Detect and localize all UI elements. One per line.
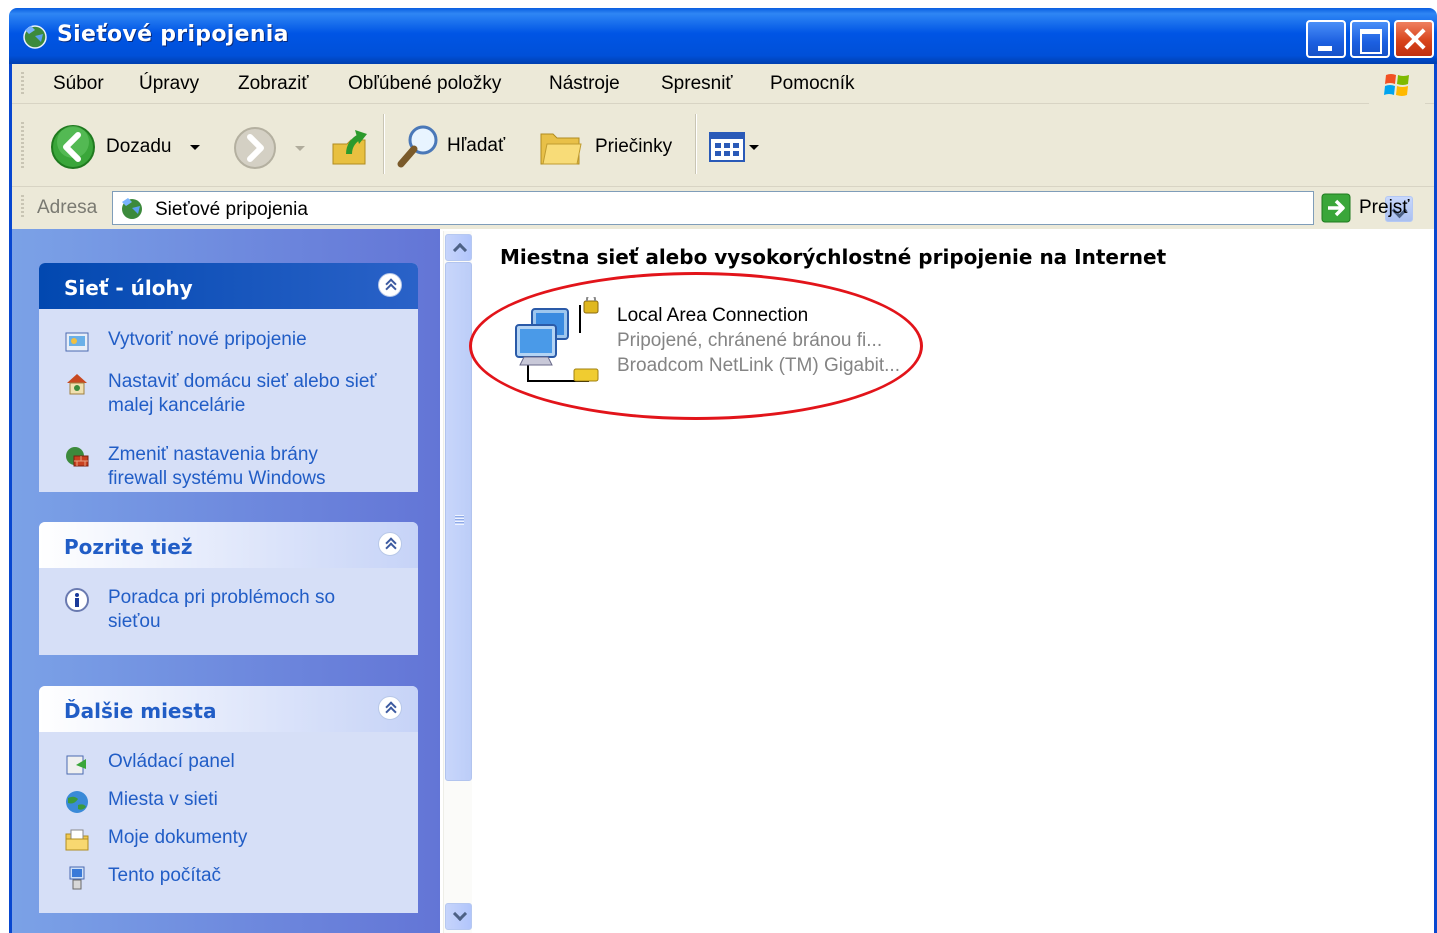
close-button[interactable]	[1394, 20, 1434, 58]
place-link-label: Miesta v sieti	[108, 789, 218, 810]
info-icon	[65, 588, 89, 612]
connection-item[interactable]: Local Area Connection Pripojené, chránen…	[508, 293, 928, 393]
views-button[interactable]	[709, 132, 759, 162]
connection-name: Local Area Connection	[617, 305, 809, 326]
place-link-network-places[interactable]: Miesta v sieti	[64, 788, 378, 815]
place-link-label: Tento počítač	[108, 865, 222, 886]
windows-logo	[1369, 68, 1425, 104]
search-button[interactable]: Hľadať	[395, 122, 505, 170]
network-connections-icon	[23, 25, 47, 49]
content-area: Miestna sieť alebo vysokorýchlostné prip…	[473, 229, 1437, 933]
task-pane-scrollbar[interactable]	[443, 231, 472, 933]
task-link-label: Zmeniť nastavenia brány firewall systému…	[108, 444, 326, 489]
place-link-label: Moje dokumenty	[108, 827, 248, 848]
network-tasks-title: Sieť - úlohy	[64, 276, 193, 300]
new-connection-icon	[65, 332, 89, 352]
address-bar: Adresa Sieťové pripojenia Prejsť	[9, 187, 1437, 229]
search-icon	[397, 125, 438, 168]
see-also-title: Pozrite tiež	[64, 535, 193, 559]
menu-file[interactable]: Súbor	[53, 73, 104, 95]
toolbar: Dozadu Hľadať Priečinky	[9, 104, 1437, 187]
maximize-button[interactable]	[1350, 20, 1390, 58]
folders-icon	[540, 133, 582, 165]
other-places-box: Ďalšie miesta Ovládací panel Miesta v si…	[39, 686, 418, 913]
views-icon	[709, 132, 745, 162]
folder-up-icon	[332, 130, 367, 165]
task-link-troubleshooter[interactable]: Poradca pri problémoch so sieťou	[64, 586, 378, 634]
other-places-header[interactable]: Ďalšie miesta	[39, 686, 418, 732]
collapse-icon[interactable]	[378, 532, 402, 556]
task-link-new-connection[interactable]: Vytvoriť nové pripojenie	[64, 328, 378, 355]
toolbar-separator	[695, 114, 697, 174]
address-label: Adresa	[37, 197, 98, 218]
firewall-icon	[66, 447, 89, 467]
group-header: Miestna sieť alebo vysokorýchlostné prip…	[500, 245, 1167, 269]
network-connections-icon	[122, 198, 142, 219]
explorer-window: Sieťové pripojenia Súbor Úpravy Zobraziť…	[9, 8, 1437, 933]
task-link-label: Vytvoriť nové pripojenie	[108, 329, 307, 350]
my-documents-icon	[65, 829, 89, 851]
back-label: Dozadu	[106, 136, 172, 157]
up-button[interactable]	[327, 124, 373, 170]
home-network-icon	[67, 374, 87, 395]
back-button[interactable]: Dozadu	[50, 124, 200, 170]
place-link-control-panel[interactable]: Ovládací panel	[64, 750, 378, 777]
menu-favorites[interactable]: Obľúbené položky	[348, 73, 501, 95]
my-computer-icon	[69, 866, 85, 890]
menu-bar: Súbor Úpravy Zobraziť Obľúbené položky N…	[9, 64, 1437, 104]
minimize-button[interactable]	[1306, 20, 1346, 58]
scroll-up-button[interactable]	[445, 234, 472, 261]
task-link-label: Poradca pri problémoch so sieťou	[108, 587, 336, 632]
folders-label: Priečinky	[595, 136, 673, 157]
scroll-thumb[interactable]	[445, 262, 472, 781]
task-link-label: Nastaviť domácu sieť alebo sieť malej ka…	[108, 371, 377, 416]
menu-grip[interactable]	[21, 72, 24, 96]
menu-tools[interactable]: Nástroje	[549, 73, 620, 95]
go-arrow-icon	[1321, 193, 1351, 223]
folders-button[interactable]: Priečinky	[539, 126, 672, 168]
menu-edit[interactable]: Úpravy	[139, 73, 199, 95]
toolbar-separator	[383, 114, 385, 174]
see-also-header[interactable]: Pozrite tiež	[39, 522, 418, 568]
window-title: Sieťové pripojenia	[57, 22, 289, 47]
place-link-my-computer[interactable]: Tento počítač	[64, 864, 378, 891]
back-dropdown-icon[interactable]	[189, 144, 200, 150]
scroll-down-button[interactable]	[445, 903, 472, 930]
title-bar[interactable]: Sieťové pripojenia	[9, 8, 1437, 64]
task-link-home-network[interactable]: Nastaviť domácu sieť alebo sieť malej ka…	[64, 370, 378, 418]
collapse-icon[interactable]	[378, 696, 402, 720]
connection-device: Broadcom NetLink (TM) Gigabit...	[617, 355, 900, 376]
place-link-my-documents[interactable]: Moje dokumenty	[64, 826, 378, 853]
task-pane: Sieť - úlohy Vytvoriť nové pripojenie Na…	[9, 229, 440, 933]
address-input[interactable]: Sieťové pripojenia	[112, 191, 1413, 225]
network-tasks-box: Sieť - úlohy Vytvoriť nové pripojenie Na…	[39, 263, 418, 492]
menu-advanced[interactable]: Spresniť	[661, 73, 733, 95]
forward-button[interactable]	[233, 126, 305, 170]
network-tasks-header[interactable]: Sieť - úlohy	[39, 263, 418, 309]
windows-flag-icon	[1384, 74, 1409, 96]
connection-status: Pripojené, chránené bránou fi...	[617, 330, 883, 351]
place-link-label: Ovládací panel	[108, 751, 235, 772]
task-link-firewall[interactable]: Zmeniť nastavenia brány firewall systému…	[64, 443, 378, 491]
collapse-icon[interactable]	[378, 273, 402, 297]
lan-connection-icon	[515, 297, 599, 382]
toolbar-grip[interactable]	[21, 122, 24, 168]
go-label: Prejsť	[1359, 197, 1410, 218]
back-arrow-icon	[51, 125, 95, 169]
views-dropdown-icon[interactable]	[749, 144, 759, 150]
forward-arrow-icon	[234, 127, 276, 169]
see-also-box: Pozrite tiež Poradca pri problémoch so s…	[39, 522, 418, 655]
search-label: Hľadať	[447, 135, 506, 156]
control-panel-icon	[66, 755, 86, 775]
network-places-icon	[66, 791, 88, 813]
address-grip[interactable]	[21, 195, 24, 219]
address-value: Sieťové pripojenia	[155, 199, 308, 220]
go-button[interactable]: Prejsť	[1321, 193, 1409, 223]
menu-view[interactable]: Zobraziť	[238, 73, 308, 95]
forward-dropdown-icon[interactable]	[295, 145, 305, 151]
other-places-title: Ďalšie miesta	[64, 699, 217, 723]
menu-help[interactable]: Pomocník	[770, 73, 854, 95]
window-border	[9, 64, 12, 933]
